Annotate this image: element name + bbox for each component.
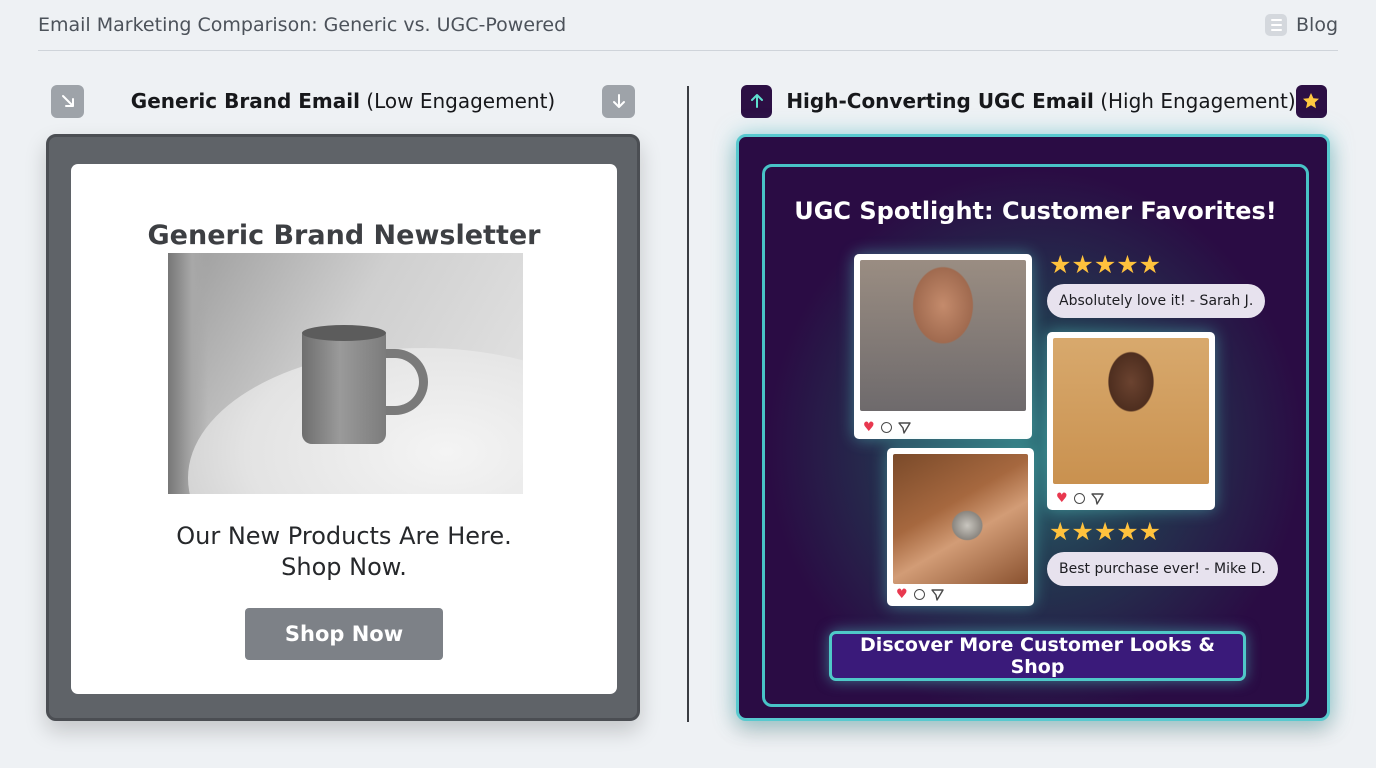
generic-email-body: Our New Products Are Here. Shop Now. [176, 522, 512, 581]
blog-link[interactable]: Blog [1265, 14, 1338, 36]
ugc-post-woman-scarf: ♥ [854, 254, 1032, 439]
heart-icon[interactable]: ♥ [1056, 492, 1068, 505]
ugc-column-header: High-Converting UGC Email (High Engageme… [741, 84, 1327, 118]
ugc-email-preview: UGC Spotlight: Customer Favorites! ♥ ★★★… [736, 134, 1330, 721]
generic-email-preview: Generic Brand Newsletter Our New Product… [46, 134, 640, 721]
coffee-mug-product-image [168, 253, 523, 494]
heart-icon[interactable]: ♥ [863, 421, 875, 434]
page-title: Email Marketing Comparison: Generic vs. … [38, 14, 567, 36]
wrist-watch-photo [893, 454, 1028, 584]
review-bubble: Best purchase ever! - Mike D. [1047, 552, 1278, 586]
star-icon [1295, 84, 1327, 118]
generic-column-title: Generic Brand Email (Low Engagement) [130, 89, 556, 113]
comment-icon[interactable] [1073, 493, 1085, 504]
discover-shop-button[interactable]: Discover More Customer Looks & Shop [829, 631, 1246, 681]
shop-now-button[interactable]: Shop Now [245, 608, 443, 660]
woman-scarf-photo [860, 260, 1026, 411]
ugc-column-title: High-Converting UGC Email (High Engageme… [786, 89, 1296, 113]
heart-icon[interactable]: ♥ [896, 588, 908, 601]
review-bubble: Absolutely love it! - Sarah J. [1047, 284, 1266, 318]
share-icon[interactable] [897, 421, 911, 434]
share-icon[interactable] [1090, 492, 1104, 505]
ugc-post-watch: ♥ [887, 448, 1034, 606]
document-icon [1265, 14, 1287, 36]
comment-icon[interactable] [880, 422, 892, 433]
arrow-down-right-icon [51, 84, 84, 118]
column-divider [687, 86, 689, 722]
man-backpack-photo [1053, 338, 1209, 484]
rating-stars: ★★★★★ [1049, 517, 1162, 546]
generic-column-header: Generic Brand Email (Low Engagement) [51, 84, 635, 118]
share-icon[interactable] [930, 588, 944, 601]
generic-email-card: Generic Brand Newsletter Our New Product… [71, 164, 617, 694]
arrow-down-icon [602, 84, 635, 118]
ugc-post-man-backpack: ♥ [1047, 332, 1215, 510]
ugc-email-card: UGC Spotlight: Customer Favorites! ♥ ★★★… [762, 164, 1309, 707]
rating-stars: ★★★★★ [1049, 250, 1162, 279]
top-bar: Email Marketing Comparison: Generic vs. … [38, 0, 1338, 51]
generic-email-title: Generic Brand Newsletter [147, 220, 541, 251]
comment-icon[interactable] [913, 589, 925, 600]
blog-label: Blog [1296, 14, 1338, 36]
ugc-email-title: UGC Spotlight: Customer Favorites! [794, 197, 1277, 225]
arrow-up-icon [741, 84, 773, 118]
